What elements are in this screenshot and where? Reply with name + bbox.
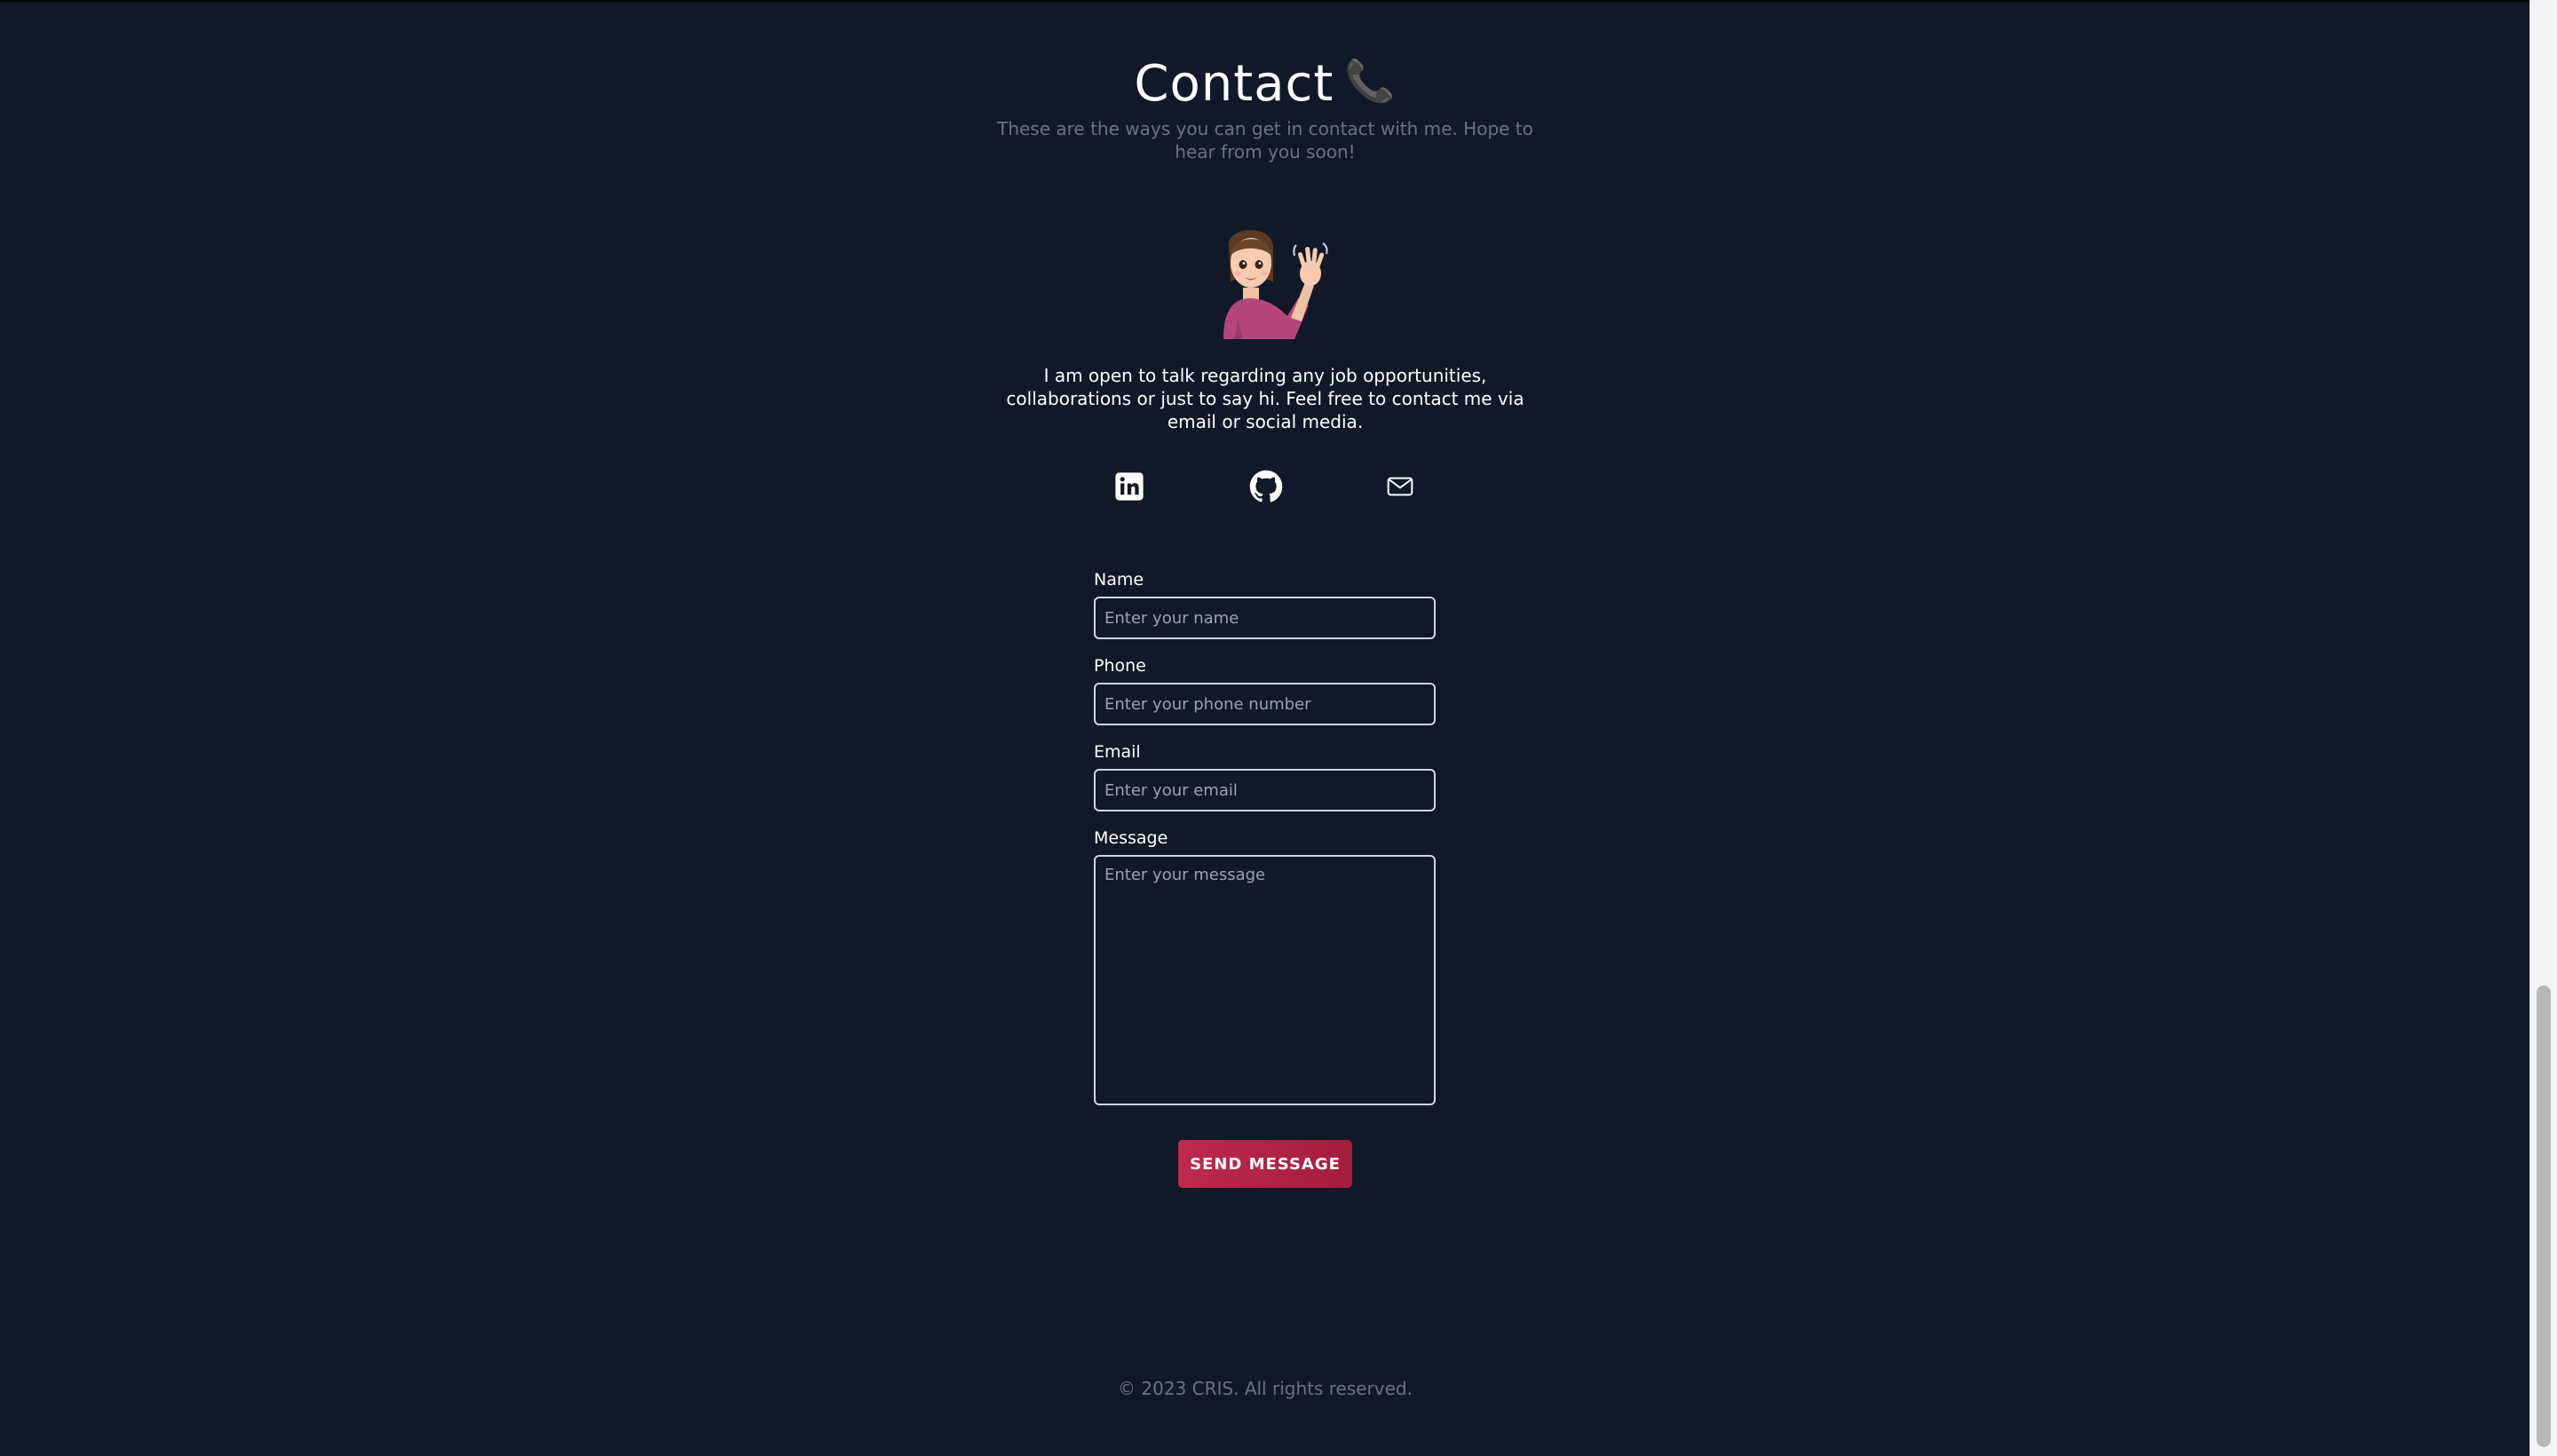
- message-textarea[interactable]: [1094, 855, 1436, 1105]
- scrollbar-thumb[interactable]: [2537, 985, 2551, 1447]
- name-input[interactable]: [1094, 597, 1436, 639]
- contact-intro-text: I am open to talk regarding any job oppo…: [1006, 365, 1524, 432]
- send-message-button[interactable]: SEND MESSAGE: [1178, 1140, 1352, 1188]
- page-title: Contact 📞: [0, 55, 2530, 113]
- vertical-scrollbar[interactable]: [2529, 0, 2557, 1456]
- phone-label: Phone: [1094, 656, 1146, 676]
- page-title-text: Contact: [1134, 55, 1334, 113]
- footer-copyright: © 2023 CRIS. All rights reserved.: [1118, 1378, 1413, 1399]
- message-label: Message: [1094, 828, 1168, 848]
- top-border: [0, 0, 2530, 2]
- mail-icon[interactable]: [1382, 469, 1418, 504]
- page-subtitle: These are the ways you can get in contac…: [997, 118, 1533, 162]
- page: Contact 📞 These are the ways you can get …: [0, 0, 2557, 1456]
- linkedin-icon[interactable]: [1112, 469, 1147, 504]
- email-label: Email: [1094, 742, 1141, 762]
- phone-input[interactable]: [1094, 683, 1436, 725]
- email-input[interactable]: [1094, 769, 1436, 811]
- name-label: Name: [1094, 570, 1144, 590]
- contact-form: Name Phone Email Message: [1094, 568, 1436, 1105]
- github-icon[interactable]: [1248, 469, 1284, 504]
- waving-avatar-image: [1223, 230, 1328, 339]
- telephone-receiver-icon: 📞: [1344, 57, 1397, 105]
